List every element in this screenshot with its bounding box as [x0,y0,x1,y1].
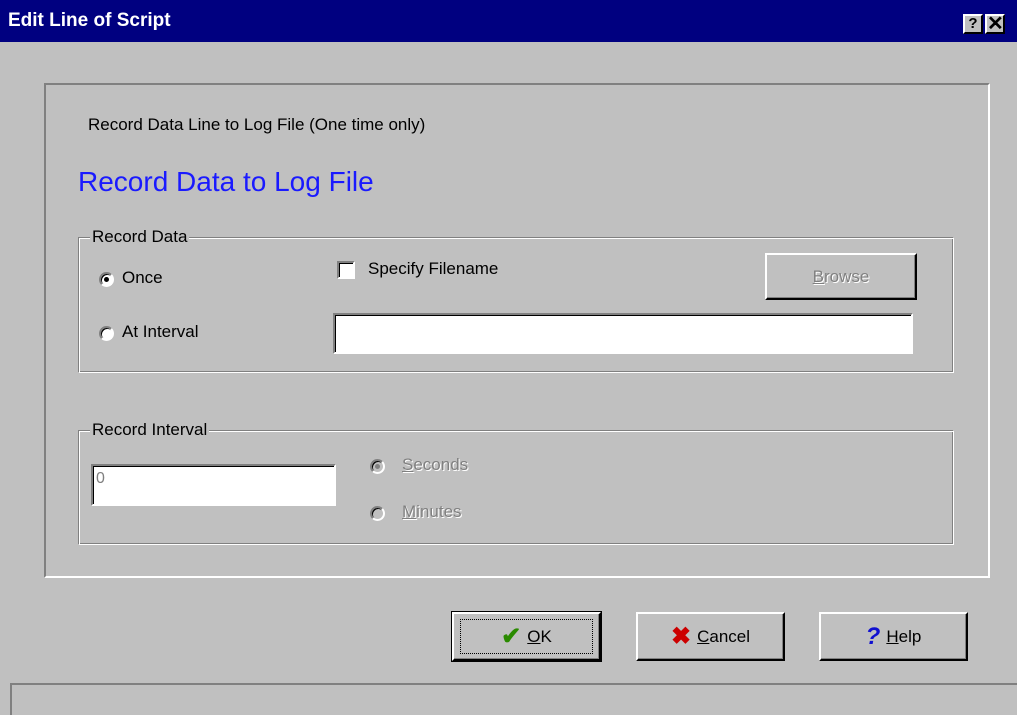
ok-button[interactable]: ✔ OK [451,611,602,662]
status-bar [10,683,1017,715]
seconds-label[interactable]: Seconds [402,455,468,475]
title-close-button[interactable]: ✕ [985,14,1005,34]
window-title: Edit Line of Script [8,10,171,31]
filename-input[interactable] [333,313,913,354]
browse-label: Browse [812,266,870,286]
record-data-legend: Record Data [90,227,190,247]
cancel-label: Cancel [697,626,751,646]
specify-filename-checkbox[interactable] [337,261,355,279]
description-text: Record Data Line to Log File (One time o… [88,115,426,134]
question-icon: ? [968,15,978,32]
question-icon: ? [865,622,881,650]
cancel-button[interactable]: ✖ Cancel [636,612,785,661]
seconds-radio[interactable] [370,459,385,474]
browse-button[interactable]: Browse [765,253,917,300]
close-icon: ✕ [987,13,1004,35]
minutes-radio[interactable] [370,506,385,521]
interval-value-input[interactable]: 0 [91,464,336,506]
minutes-label[interactable]: Minutes [402,502,462,522]
page-heading: Record Data to Log File [78,166,374,197]
at-interval-radio[interactable] [99,326,114,341]
dialog-window: Edit Line of Script ? ✕ Record Data Line… [0,0,1017,715]
help-label: Help [886,626,922,646]
specify-filename-label[interactable]: Specify Filename [368,259,498,279]
at-interval-label[interactable]: At Interval [122,322,199,342]
once-radio[interactable] [99,272,114,287]
once-label[interactable]: Once [122,268,163,288]
help-button[interactable]: ? Help [819,612,968,661]
title-help-button[interactable]: ? [963,14,983,34]
title-bar[interactable]: Edit Line of Script ? ✕ [0,0,1017,42]
x-icon: ✖ [670,622,692,650]
focus-rectangle [460,619,593,654]
record-interval-legend: Record Interval [90,420,210,440]
